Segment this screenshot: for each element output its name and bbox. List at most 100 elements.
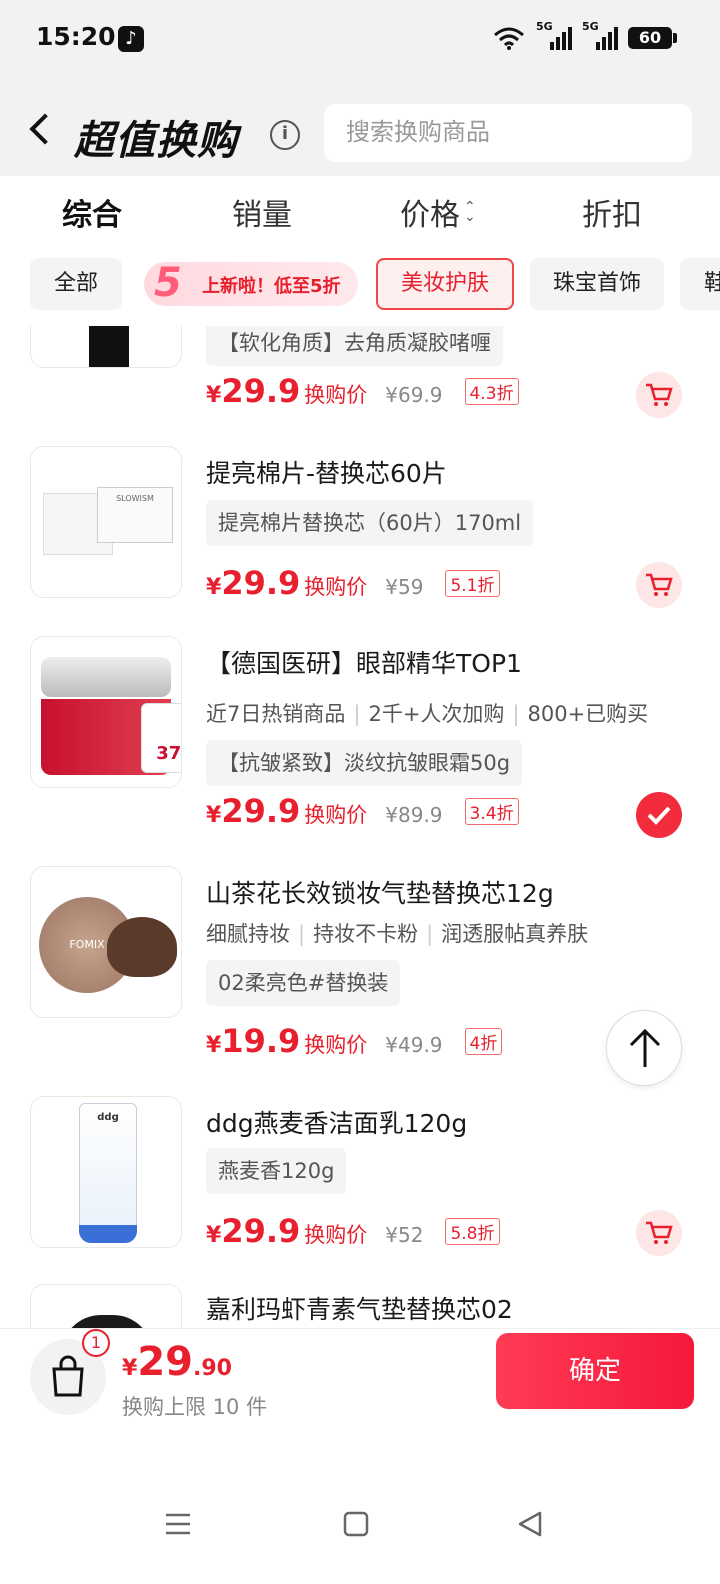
- product-spec: 燕麦香120g: [206, 1148, 347, 1194]
- price-row: ¥ 29.9 换购价 ¥89.9 3.4折: [206, 792, 519, 830]
- wifi-icon: [494, 27, 524, 50]
- price-value: 29.9: [221, 372, 301, 410]
- menu-icon[interactable]: [164, 1510, 192, 1538]
- page-title: 超值换购: [74, 118, 238, 164]
- discount-badge: 4.3折: [464, 378, 519, 405]
- add-to-cart-button[interactable]: [636, 562, 682, 608]
- signal-1-label: 5G: [536, 20, 553, 33]
- product-tag: 2千+人次加购: [368, 702, 505, 726]
- category-all[interactable]: 全部: [30, 258, 122, 310]
- price-currency: ¥: [206, 575, 222, 600]
- original-price: ¥69.9: [385, 383, 443, 407]
- product-spec: 【软化角质】去角质凝胶啫喱: [206, 326, 503, 366]
- product-image[interactable]: [30, 1284, 182, 1328]
- original-price: ¥49.9: [385, 1033, 443, 1057]
- status-bar: 15:20 ♪ 5G 5G 60: [0, 0, 720, 80]
- promo-number: 5: [154, 260, 182, 306]
- product-image[interactable]: SLOWISM: [30, 446, 182, 598]
- sort-tab-discount[interactable]: 折扣: [582, 190, 642, 234]
- sort-tab-price[interactable]: 价格: [400, 190, 460, 234]
- price-row: ¥ 19.9 换购价 ¥49.9 4折: [206, 1022, 503, 1060]
- total-integer: 29: [137, 1339, 193, 1385]
- product-name[interactable]: 嘉利玛虾青素气垫替换芯02: [206, 1290, 513, 1326]
- product-name[interactable]: 山茶花长效锁妆气垫替换芯12g: [206, 874, 554, 910]
- cushion-case-graphic: [61, 1315, 153, 1328]
- tag-divider: |: [512, 702, 520, 726]
- price-value: 29.9: [221, 1212, 301, 1250]
- cart-icon: [646, 383, 673, 406]
- product-tag: 近7日热销商品: [206, 702, 346, 726]
- discount-badge: 4折: [464, 1028, 503, 1055]
- promo-banner[interactable]: 5 上新啦！低至5折: [144, 260, 358, 306]
- total-price: ¥ 29 .90: [122, 1339, 232, 1385]
- price-label: 换购价: [304, 575, 368, 599]
- add-to-cart-button[interactable]: [636, 372, 682, 418]
- product-tag: 800+已购买: [527, 702, 649, 726]
- product-list[interactable]: 【软化角质】去角质凝胶啫喱 ¥ 29.9 换购价 ¥69.9 4.3折 SLOW…: [0, 326, 720, 1328]
- product-name[interactable]: 【德国医研】眼部精华TOP1: [206, 644, 522, 680]
- original-price: ¥52: [385, 1223, 424, 1247]
- product-image[interactable]: [30, 326, 182, 368]
- header: 超值换购 i: [0, 80, 720, 176]
- signal-2: 5G: [582, 20, 618, 52]
- puff-graphic: [107, 917, 177, 977]
- product-spec: 【抗皱紧致】淡纹抗皱眼霜50g: [206, 740, 523, 786]
- tag-divider: |: [426, 922, 434, 946]
- category-beauty[interactable]: 美妆护肤: [376, 258, 514, 310]
- sort-arrows-icon: ⌃ ⌄: [464, 199, 476, 225]
- product-tags: 细腻持妆 | 持妆不卡粉 | 润透服帖真养肤: [206, 918, 588, 948]
- price-label: 换购价: [304, 803, 368, 827]
- status-time: 15:20: [36, 22, 116, 51]
- back-to-top-button[interactable]: [606, 1010, 682, 1086]
- product-image[interactable]: ddg: [30, 1096, 182, 1248]
- confirm-button[interactable]: 确定: [496, 1333, 694, 1409]
- battery-icon: 60: [628, 27, 677, 49]
- discount-badge: 3.4折: [464, 798, 519, 825]
- original-price: ¥89.9: [385, 803, 443, 827]
- selected-check-button[interactable]: [636, 792, 682, 838]
- promo-text: 上新啦！低至5折: [202, 276, 341, 297]
- info-icon[interactable]: i: [270, 120, 300, 150]
- product-name[interactable]: 提亮棉片-替换芯60片: [206, 454, 447, 490]
- product-image[interactable]: FOMIX: [30, 866, 182, 1018]
- tiktok-notification-icon: ♪: [118, 26, 144, 52]
- price-label: 换购价: [304, 1033, 368, 1057]
- signal-1: 5G: [536, 20, 572, 52]
- total-currency: ¥: [122, 1356, 138, 1381]
- product-spec: 02柔亮色#替换装: [206, 960, 401, 1006]
- price-label: 换购价: [304, 1223, 368, 1247]
- category-row: 全部 5 上新啦！低至5折 美妆护肤 珠宝首饰 鞋: [0, 244, 720, 326]
- category-jewelry[interactable]: 珠宝首饰: [530, 258, 664, 310]
- checkout-bar: 1 ¥ 29 .90 换购上限 10 件 确定: [0, 1328, 720, 1428]
- price-value: 29.9: [221, 792, 301, 830]
- add-to-cart-button[interactable]: [636, 1210, 682, 1256]
- sort-tab-comprehensive[interactable]: 综合: [62, 190, 122, 234]
- discount-badge: 5.1折: [445, 570, 500, 597]
- product-tube-graphic: [89, 326, 129, 367]
- home-icon[interactable]: [342, 1510, 370, 1538]
- price-label: 换购价: [304, 383, 368, 407]
- product-tag: 持妆不卡粉: [313, 922, 419, 946]
- price-value: 29.9: [221, 564, 301, 602]
- tag-divider: |: [353, 702, 361, 726]
- search-input[interactable]: [346, 118, 666, 146]
- price-currency: ¥: [206, 1033, 222, 1058]
- product-name[interactable]: ddg燕麦香洁面乳120g: [206, 1104, 467, 1140]
- sort-tab-sales[interactable]: 销量: [232, 190, 292, 234]
- sort-tab-price-wrap[interactable]: 价格 ⌃ ⌄: [400, 190, 476, 234]
- purchase-limit-text: 换购上限 10 件: [122, 1395, 268, 1419]
- category-next[interactable]: 鞋: [680, 258, 720, 310]
- product-tags: 近7日热销商品 | 2千+人次加购 | 800+已购买: [206, 698, 648, 728]
- sort-tabs: 综合 销量 价格 ⌃ ⌄ 折扣: [0, 176, 720, 244]
- product-image[interactable]: 377: [30, 636, 182, 788]
- product-tag: 细腻持妆: [206, 922, 290, 946]
- original-price: ¥59: [385, 575, 424, 599]
- cart-icon: [646, 1221, 673, 1244]
- back-nav-icon[interactable]: [516, 1510, 544, 1538]
- product-brand: ddg: [79, 1103, 137, 1243]
- price-currency: ¥: [206, 383, 222, 408]
- price-currency: ¥: [206, 803, 222, 828]
- search-box[interactable]: [324, 104, 692, 162]
- system-nav-bar: [0, 1470, 720, 1580]
- back-icon[interactable]: [29, 113, 61, 145]
